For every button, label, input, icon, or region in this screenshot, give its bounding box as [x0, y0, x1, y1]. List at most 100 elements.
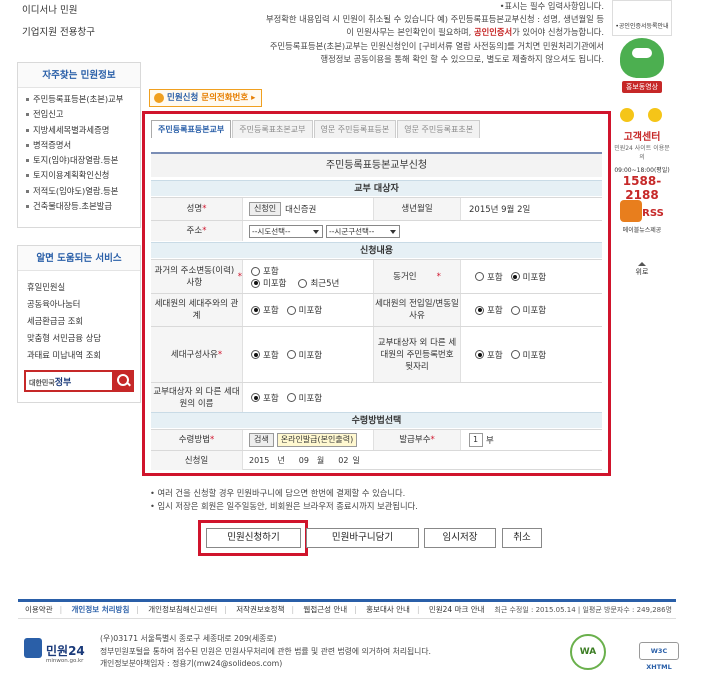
link-business-support[interactable]: 기업지원 전용창구 [22, 22, 142, 44]
relation-label: 세대원의 세대주와의 관계 [151, 294, 243, 326]
footer-link-copyright[interactable]: 저작권보호정책 [236, 605, 284, 614]
cert-guide-banner[interactable]: •공인인증서등록안내 [612, 0, 672, 36]
history-include-radio[interactable] [251, 266, 260, 276]
section-target: 교부 대상자 [151, 180, 602, 196]
accuracy-note: 부정확한 내용입력 시 민원이 취소될 수 있습니다 예) 주민등록표등본교부신… [265, 14, 604, 25]
receive-value-cell: 검색 온라인발급(본인출력) [243, 430, 373, 450]
service-item[interactable]: 맞춤형 서민금융 상담 [27, 330, 140, 347]
birth-value: 2015년 9월 2일 [469, 205, 531, 215]
form-footnotes: • 여러 건을 신청할 경우 민원바구니에 담으면 한번에 결제할 수 있습니다… [150, 487, 418, 513]
faq-panel: 자주찾는 민원정보 주민등록표등본(초본)교부 전입신고 지방세세목별과세증명 … [17, 62, 141, 228]
service-item[interactable]: 휴일민원실 [27, 279, 140, 296]
faq-item[interactable]: 병적증명서 [26, 138, 140, 153]
service-item[interactable]: 과태료 미납내역 조회 [27, 347, 140, 364]
faq-item[interactable]: 토지이용계획확인신청 [26, 168, 140, 183]
add-to-cart-button[interactable]: 민원바구니담기 [306, 528, 419, 548]
row-history: 과거의 주소변동(이력)사항 * 포함 미포함 최근5년 동거인 * 포함 미포함 [151, 259, 602, 293]
call-center-hours: 09:00~18:00(평일) [614, 167, 670, 174]
footer-link-ambassador[interactable]: 홍보대사 안내 [366, 605, 410, 614]
faq-item[interactable]: 주민등록표등본(초본)교부 [26, 92, 140, 107]
movein-exclude-radio[interactable] [510, 305, 520, 315]
cohabit-label: 동거인 * [373, 260, 461, 293]
tab-resident-abstract[interactable]: 주민등록표초본교부 [232, 120, 313, 138]
others-name-exclude-radio[interactable] [286, 393, 296, 402]
applicant-button[interactable]: 신청인 [249, 202, 282, 216]
gov-search-box[interactable]: 대한민국정부 [24, 370, 134, 392]
service-item[interactable]: 공동육아나눔터 [27, 296, 140, 313]
cohabit-exclude-radio[interactable] [510, 272, 520, 281]
tab-english-copy[interactable]: 영문 주민등록표등본 [313, 120, 397, 138]
others-name-include-radio[interactable] [251, 393, 260, 402]
history-recent5-radio[interactable] [298, 278, 308, 288]
faq-item[interactable]: 토지(임야)대장열람.등본 [26, 153, 140, 168]
faq-item[interactable]: 저적도(임야도)열람.등본 [26, 184, 140, 199]
scroll-top-button[interactable]: 위로 [612, 262, 672, 277]
receive-label: 수령방법 * [151, 430, 243, 450]
notice-text: •표시는 필수 입력사항입니다. 부정확한 내용입력 시 민원이 취소될 수 있… [228, 0, 604, 66]
others-number-exclude-radio[interactable] [510, 350, 520, 359]
relation-include-radio[interactable] [251, 305, 260, 315]
service-item[interactable]: 세금환급금 조회 [27, 313, 140, 330]
form-tabs: 주민등록표등본교부 주민등록표초본교부 영문 주민등록표등본 영문 주민등록표초… [151, 120, 481, 138]
relation-options: 포함 미포함 [243, 294, 373, 326]
date-value: 2015 년 09 월 02 일 [249, 456, 360, 465]
mascot-icon [620, 38, 664, 78]
left-top-links: 이디서나 민원 기업지원 전용창구 [22, 0, 142, 44]
footer-info: (우)03171 서울특별시 종로구 세종대로 209(세종로) 정부민원포털을… [100, 633, 431, 671]
minwon24-logo: 민원24 minwon.go.kr [22, 630, 92, 670]
row-date: 신청일 2015 년 09 월 02 일 [151, 450, 602, 470]
copies-input[interactable]: 1 [469, 433, 483, 447]
cancel-button[interactable]: 취소 [502, 528, 542, 548]
faq-item[interactable]: 건축물대장등.초본발급 [26, 199, 140, 214]
copies-cell: 1 부 [469, 430, 599, 450]
rss-sub: 메이블뉴스제공 [622, 227, 662, 234]
section-content: 신청내용 [151, 242, 602, 258]
form-title: 주민등록표등본교부신청 [151, 152, 602, 177]
relation-exclude-radio[interactable] [286, 305, 296, 315]
receive-search-button[interactable]: 검색 [249, 433, 274, 447]
history-exclude-radio[interactable] [251, 278, 260, 288]
name-label: 성명 * [151, 198, 243, 220]
rss-banner[interactable]: RSS 메이블뉴스제공 [612, 200, 672, 246]
others-number-options: 포함 미포함 [467, 327, 602, 382]
footer-description: 정부민원포털을 통하여 접수된 민원은 민원사무처리에 관한 법률 및 관련 법… [100, 646, 432, 656]
movein-include-radio[interactable] [475, 305, 484, 315]
cohabit-options: 포함 미포함 [467, 260, 602, 293]
footer-link-terms[interactable]: 이용약관 [25, 605, 53, 614]
temp-save-button[interactable]: 임시저장 [424, 528, 496, 548]
apply-button[interactable]: 민원신청하기 [206, 528, 301, 548]
compose-exclude-radio[interactable] [286, 350, 296, 359]
application-form-highlight: 주민등록표등본교부 주민등록표초본교부 영문 주민등록표등본 영문 주민등록표초… [142, 111, 611, 476]
gov-logo: 대한민국정부 [29, 378, 72, 388]
compose-include-radio[interactable] [251, 350, 260, 359]
promo-video-banner[interactable]: 홍보동영상 [612, 38, 672, 96]
address-label: 주소 * [151, 221, 243, 241]
birth-label: 생년월일 [373, 198, 461, 220]
faq-item[interactable]: 지방세세목별과세증명 [26, 123, 140, 138]
faq-item[interactable]: 전입신고 [26, 107, 140, 122]
row-compose: 세대구성사유 * 포함 미포함 교부대상자 외 다른 세대원의 주민등록번호 뒷자… [151, 326, 602, 382]
row-others-name: 교부대상자 외 다른 세대원의 이름 포함 미포함 [151, 382, 602, 412]
footer-link-privacy[interactable]: 개인정보 처리방침 [72, 605, 130, 614]
temp-save-note: • 임시 저장은 회원은 일주일동안, 비회원은 브라우저 종료시까지 보관됩니… [150, 501, 418, 511]
compose-options: 포함 미포함 [243, 327, 373, 382]
w3c-mark: W3C XHTML [639, 642, 679, 671]
others-number-include-radio[interactable] [475, 350, 484, 359]
sido-select[interactable]: --시도선택-- [249, 224, 323, 238]
row-receive: 수령방법 * 검색 온라인발급(본인출력) 발급부수 * 1 부 [151, 429, 602, 450]
contact-number-button[interactable]: 민원신청 문의전화번호 ▸ [149, 89, 263, 107]
sigungu-select[interactable]: --시군구선택-- [326, 224, 400, 238]
cohabit-include-radio[interactable] [475, 272, 484, 281]
footer-link-accessibility[interactable]: 웹접근성 안내 [303, 605, 347, 614]
call-center-banner[interactable]: 고객센터 민원24 사이트 이용문의 09:00~18:00(평일) 1588-… [612, 106, 672, 202]
footer-address: (우)03171 서울특별시 종로구 세종대로 209(세종로) [100, 634, 277, 643]
receive-method-field[interactable]: 온라인발급(본인출력) [276, 433, 358, 447]
section-receive: 수령방법선택 [151, 412, 602, 428]
tab-resident-copy[interactable]: 주민등록표등본교부 [151, 120, 232, 138]
search-icon[interactable] [112, 370, 134, 392]
footer-link-mark[interactable]: 민원24 마크 안내 [429, 605, 485, 614]
tab-english-abstract[interactable]: 영문 주민등록표초본 [397, 120, 481, 138]
link-anywhere-minwon[interactable]: 이디서나 민원 [22, 0, 142, 22]
services-list: 휴일민원실 공동육아나눔터 세금환급금 조회 맞춤형 서민금융 상담 과태료 미… [18, 271, 140, 364]
footer-link-report[interactable]: 개인정보침해신고센터 [148, 605, 217, 614]
